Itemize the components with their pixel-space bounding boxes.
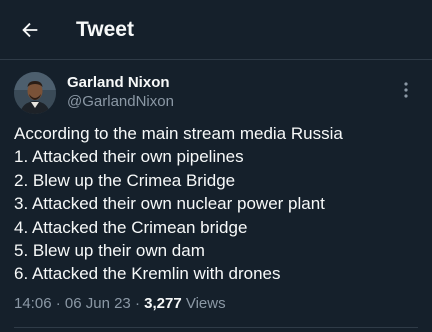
tweet-author: Garland Nixon @GarlandNixon xyxy=(14,72,418,116)
more-vertical-icon xyxy=(404,82,408,98)
tweet-text-line: 6. Attacked the Kremlin with drones xyxy=(14,264,281,284)
tweet-date[interactable]: 06 Jun 23 xyxy=(65,295,131,312)
tweet-text-line: 1. Attacked their own pipelines xyxy=(14,147,244,167)
more-options-button[interactable] xyxy=(396,80,416,100)
page-title: Tweet xyxy=(76,18,134,41)
tweet-time[interactable]: 14:06 xyxy=(14,295,52,312)
author-display-name[interactable]: Garland Nixon xyxy=(67,73,170,92)
arrow-left-icon xyxy=(22,22,38,38)
tweet-text-line: 2. Blew up the Crimea Bridge xyxy=(14,170,236,190)
tweet-metadata: 14:06 · 06 Jun 23 · 3,277 Views xyxy=(14,294,226,313)
avatar[interactable] xyxy=(14,72,56,114)
meta-separator: · xyxy=(130,295,145,312)
top-bar: Tweet xyxy=(0,0,432,60)
tweet-text-line: 3. Attacked their own nuclear power plan… xyxy=(14,194,325,214)
author-handle[interactable]: @GarlandNixon xyxy=(67,92,174,111)
tweet-text: According to the main stream media Russi… xyxy=(14,122,424,286)
meta-separator: · xyxy=(51,295,65,312)
tweet-text-line: According to the main stream media Russi… xyxy=(14,124,343,143)
divider xyxy=(14,327,418,328)
back-button[interactable] xyxy=(14,14,46,46)
views-count[interactable]: 3,277 xyxy=(144,295,182,312)
tweet-text-line: 5. Blew up their own dam xyxy=(14,241,205,261)
tweet-text-line: 4. Attacked the Crimean bridge xyxy=(14,217,248,237)
views-label: Views xyxy=(185,295,226,312)
